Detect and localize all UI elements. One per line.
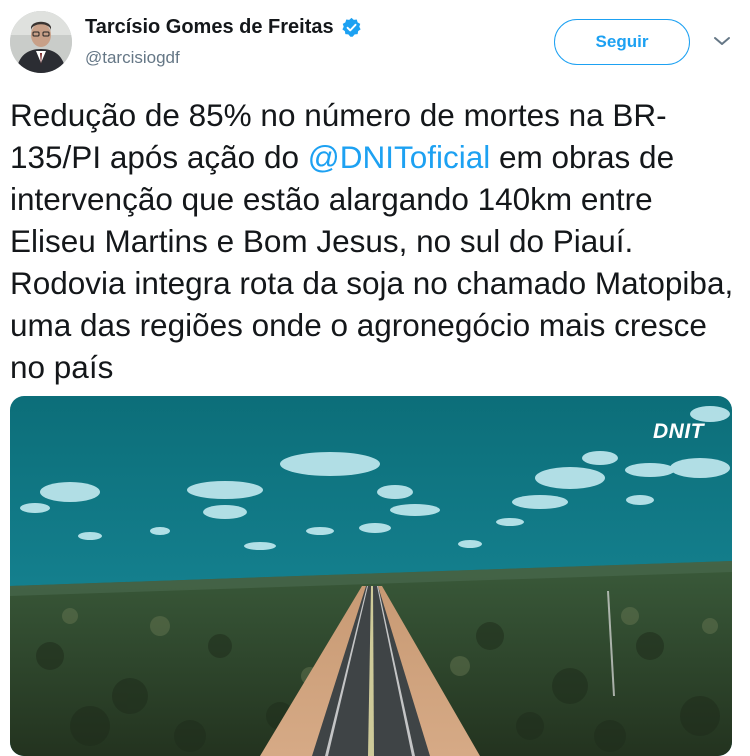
profile-photo-icon bbox=[10, 11, 72, 73]
tweet-text-part: em obras de intervenção que estão alarga… bbox=[10, 139, 734, 385]
author-handle[interactable]: @tarcisiogdf bbox=[85, 48, 180, 68]
author-name-row: Tarcísio Gomes de Freitas bbox=[85, 16, 362, 39]
verified-badge-icon bbox=[342, 17, 361, 37]
follow-button[interactable]: Seguir bbox=[554, 19, 690, 65]
dnit-watermark: DNIT bbox=[653, 420, 704, 443]
author-name[interactable]: Tarcísio Gomes de Freitas bbox=[85, 16, 334, 39]
chevron-down-icon[interactable] bbox=[712, 34, 732, 48]
tweet-text: Redução de 85% no número de mortes na BR… bbox=[10, 94, 740, 388]
tweet-header: Tarcísio Gomes de Freitas @tarcisiogdf S… bbox=[0, 0, 750, 90]
avatar[interactable] bbox=[10, 11, 72, 73]
tweet-media-image[interactable]: DNIT bbox=[10, 396, 732, 756]
mention-link[interactable]: @DNIToficial bbox=[308, 139, 491, 175]
road-aerial-photo bbox=[10, 396, 732, 756]
